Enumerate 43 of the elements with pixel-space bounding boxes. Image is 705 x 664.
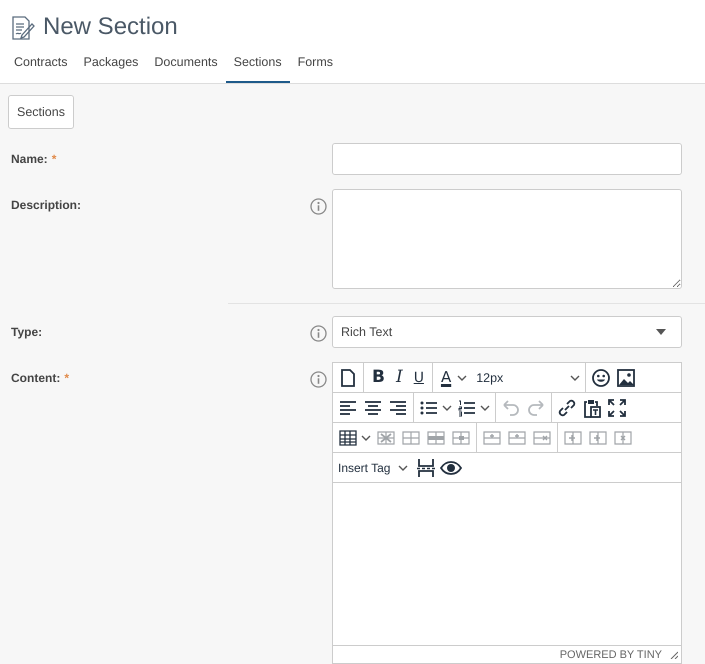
sections-button[interactable]: Sections [8,95,74,129]
clipboard-icon[interactable] [582,398,602,418]
field-label: Name: [11,152,48,166]
caret-icon[interactable] [480,404,490,410]
required-marker: * [64,371,69,385]
page-title: New Section [43,13,178,41]
dropdown-arrow-icon [656,329,666,335]
font-size-dropdown[interactable]: 12px [472,370,580,384]
nav-tab[interactable]: Packages [76,52,146,83]
caret-icon [570,374,580,380]
field-label: Description: [11,198,82,212]
name-input[interactable] [332,143,682,175]
fullscreen-icon[interactable] [607,398,627,418]
powered-by-text: POWERED BY TINY [560,648,662,660]
numbered-list-icon[interactable] [457,398,477,418]
info-icon[interactable] [310,325,327,342]
document-pen-icon [11,15,35,41]
caret-icon [398,464,408,470]
caret-icon[interactable] [457,374,468,380]
field-label: Content: [11,371,60,385]
nav-tab[interactable]: Sections [226,52,290,83]
new-document-icon[interactable] [338,368,358,388]
nav-tab[interactable]: Contracts [6,52,76,83]
text-color-button[interactable]: A [438,370,454,385]
field-label: Type: [11,325,42,339]
required-marker: * [52,152,56,166]
caret-icon[interactable] [361,434,371,440]
link-icon[interactable] [557,398,577,418]
type-dropdown[interactable]: Rich Text [332,316,682,348]
format-button[interactable]: U [410,370,427,384]
nav-tab[interactable]: Documents [146,52,226,83]
info-icon[interactable] [310,198,327,215]
caret-icon[interactable] [442,404,452,410]
nav-tab[interactable]: Forms [290,52,342,83]
info-icon[interactable] [310,371,327,388]
table-icon[interactable] [338,428,358,448]
page-break-icon[interactable] [416,458,436,478]
format-button[interactable]: B [369,369,388,386]
image-icon[interactable] [616,368,636,388]
format-button[interactable]: I [392,369,406,386]
insert-tag-dropdown[interactable]: Insert Tag [338,460,412,474]
resize-handle-icon[interactable] [670,650,678,658]
smiley-icon[interactable] [591,368,612,388]
